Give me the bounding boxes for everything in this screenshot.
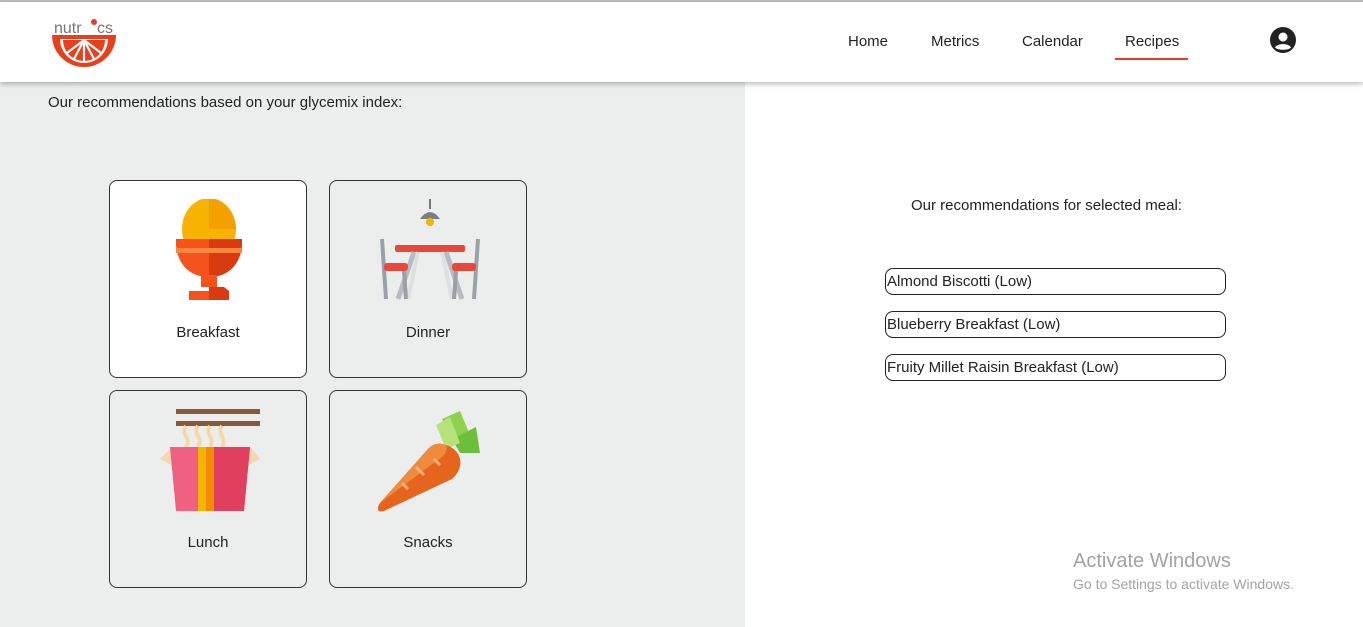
activate-windows-subtitle: Go to Settings to activate Windows. xyxy=(1073,576,1294,592)
glycemix-recommendations-heading: Our recommendations based on your glycem… xyxy=(48,94,403,111)
svg-text:cs: cs xyxy=(97,20,113,37)
account-circle-icon[interactable] xyxy=(1270,27,1296,53)
nav-calendar[interactable]: Calendar xyxy=(1022,33,1083,50)
recipe-item[interactable]: Fruity Millet Raisin Breakfast (Low) xyxy=(885,354,1226,381)
svg-text:nutr: nutr xyxy=(54,20,82,37)
meal-card-snacks[interactable]: Snacks xyxy=(329,390,527,588)
selected-meal-recommendations-heading: Our recommendations for selected meal: xyxy=(911,197,1182,214)
nav-active-indicator xyxy=(1115,58,1188,60)
recipe-item[interactable]: Blueberry Breakfast (Low) xyxy=(885,311,1226,338)
meal-label-breakfast: Breakfast xyxy=(176,324,240,341)
nav-recipes[interactable]: Recipes xyxy=(1125,33,1179,50)
meal-card-breakfast[interactable]: Breakfast xyxy=(109,180,307,378)
meal-label-snacks: Snacks xyxy=(403,534,453,551)
meal-card-lunch[interactable]: Lunch xyxy=(109,390,307,588)
activate-windows-title: Activate Windows xyxy=(1073,550,1231,572)
meal-label-lunch: Lunch xyxy=(187,534,229,551)
egg-cup-icon xyxy=(176,199,242,300)
noodle-box-icon xyxy=(160,409,260,511)
nav-home[interactable]: Home xyxy=(848,33,888,50)
top-navbar: nutr cs Home Metrics Calendar Recipes xyxy=(0,2,1363,82)
carrot-icon xyxy=(377,411,480,512)
nav-metrics[interactable]: Metrics xyxy=(931,33,979,50)
nutrics-logo[interactable]: nutr cs xyxy=(50,16,118,68)
dining-table-icon xyxy=(380,199,480,300)
meal-card-dinner[interactable]: Dinner xyxy=(329,180,527,378)
meal-label-dinner: Dinner xyxy=(405,324,451,341)
recipe-item[interactable]: Almond Biscotti (Low) xyxy=(885,268,1226,295)
